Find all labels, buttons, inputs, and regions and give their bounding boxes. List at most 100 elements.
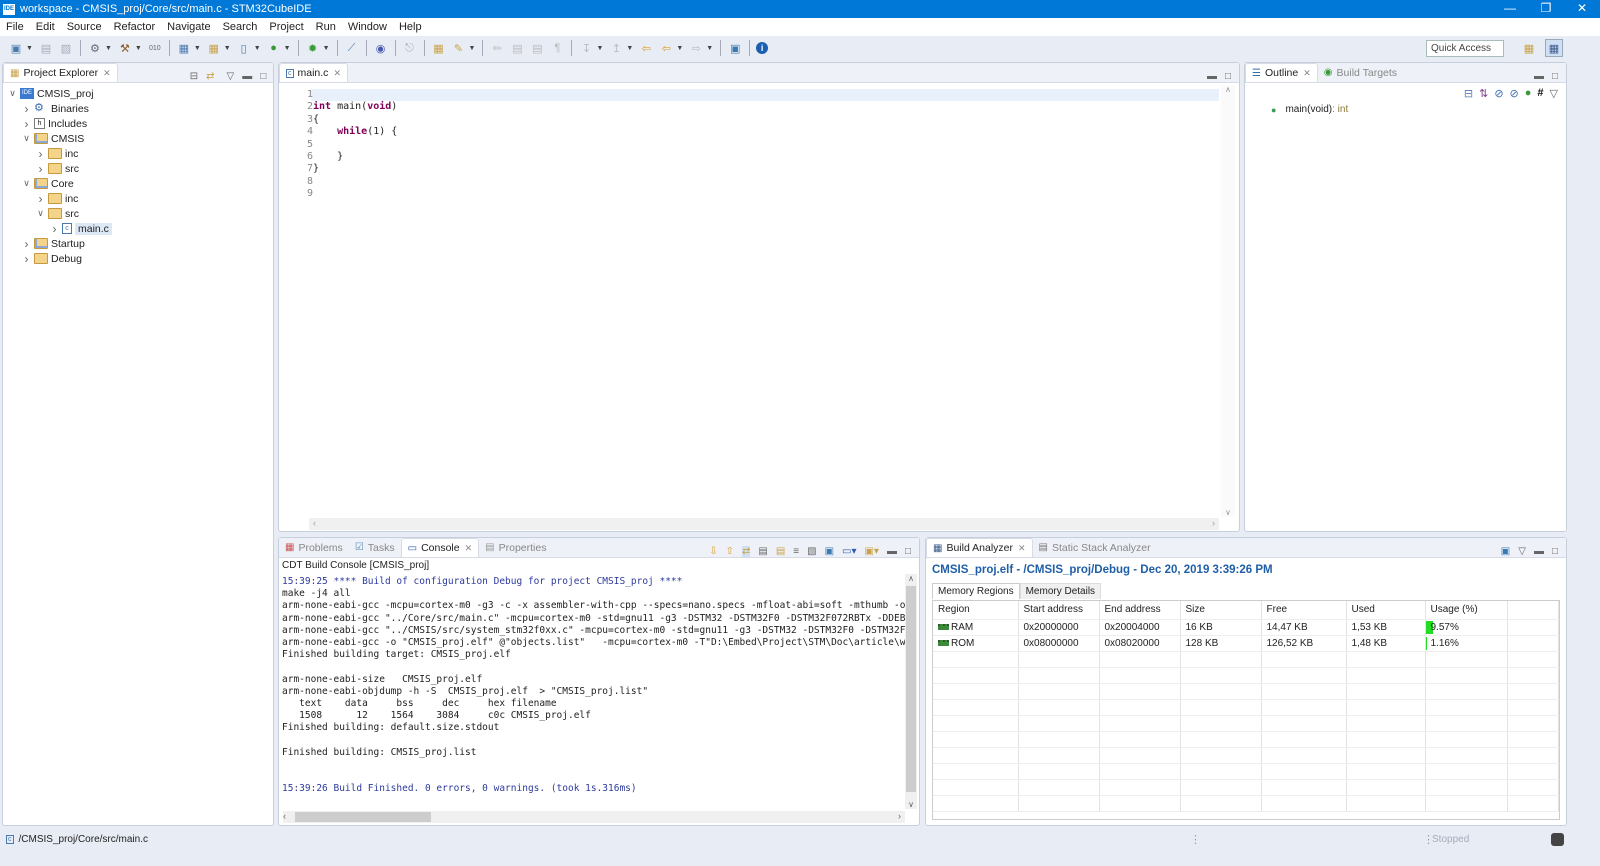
hide-macros-icon[interactable]: # xyxy=(1537,87,1543,100)
minimize-view-icon[interactable]: ▬ xyxy=(1534,546,1544,557)
close-icon[interactable]: ✕ xyxy=(1303,68,1311,79)
table-row[interactable]: ROM 0x08000000 0x08020000 128 KB 126,52 KB 1,… xyxy=(933,635,1559,652)
new-c-file-dropdown-icon[interactable]: ▼ xyxy=(254,45,261,52)
next-annotation-dropdown-icon[interactable]: ▼ xyxy=(596,45,603,52)
new-class-dropdown-icon[interactable]: ▼ xyxy=(284,45,291,52)
annotate-dropdown-icon[interactable]: ▼ xyxy=(469,45,476,52)
close-icon[interactable]: ✕ xyxy=(1018,543,1026,554)
tree-item-inc[interactable]: › inc xyxy=(3,146,273,161)
device-config-icon[interactable]: ◉ xyxy=(373,40,389,56)
open-perspective-icon[interactable]: ▦ xyxy=(1521,40,1537,56)
minimize-view-icon[interactable]: ▬ xyxy=(1207,71,1217,82)
column-header[interactable]: Free xyxy=(1261,601,1347,620)
maximize-view-icon[interactable]: □ xyxy=(1225,71,1231,82)
tree-item-includes[interactable]: › h Includes xyxy=(3,116,273,131)
vertical-scrollbar[interactable]: ∧ ∨ xyxy=(1221,85,1235,517)
new-folder-icon[interactable]: ▦ xyxy=(206,40,222,56)
pin-console-icon[interactable]: ▣ xyxy=(825,546,834,557)
link-editor-icon[interactable]: ⇄ xyxy=(206,71,214,82)
minimize-view-icon[interactable]: ▬ xyxy=(1534,71,1544,82)
new-c-project-icon[interactable]: ▦ xyxy=(176,40,192,56)
progress-icon[interactable] xyxy=(1551,832,1564,846)
show-whitespace-icon[interactable]: ¶ xyxy=(549,40,565,56)
build-hammer-icon[interactable]: ⚒ xyxy=(117,40,133,56)
maximize-view-icon[interactable]: □ xyxy=(260,71,266,82)
new-class-icon[interactable]: ● xyxy=(266,40,282,56)
tree-item-src[interactable]: ∨ src xyxy=(3,206,273,221)
chevron-down-icon[interactable]: ∨ xyxy=(35,208,46,219)
save-icon[interactable]: ▤ xyxy=(38,40,54,56)
scroll-down-icon[interactable]: ⇩ xyxy=(709,546,717,557)
tree-item-main-c[interactable]: › c main.c xyxy=(3,221,273,236)
tab-outline[interactable]: ☰ Outline ✕ xyxy=(1245,63,1318,82)
chevron-right-icon[interactable]: › xyxy=(49,222,60,236)
menu-source[interactable]: Source xyxy=(61,21,108,33)
edit-pen-icon[interactable]: ✏ xyxy=(489,40,505,56)
new-c-file-icon[interactable]: ▯ xyxy=(236,40,252,56)
tree-item-inc[interactable]: › inc xyxy=(3,191,273,206)
column-header[interactable]: End address xyxy=(1099,601,1181,620)
menu-refactor[interactable]: Refactor xyxy=(108,21,162,33)
chevron-right-icon[interactable]: › xyxy=(35,192,46,206)
external-tool-icon[interactable]: ⎋ xyxy=(402,40,418,56)
word-wrap-icon[interactable]: ≡ xyxy=(793,546,799,557)
skip-breakpoints-icon[interactable]: ⟋ xyxy=(344,40,360,56)
view-menu-icon[interactable]: ▽ xyxy=(226,71,234,82)
new-icon[interactable]: ▣ xyxy=(8,40,24,56)
forward-icon[interactable]: ⇨ xyxy=(688,40,704,56)
close-icon[interactable]: ✕ xyxy=(103,68,111,79)
new-c-project-dropdown-icon[interactable]: ▼ xyxy=(194,45,201,52)
debug-dropdown-icon[interactable]: ▼ xyxy=(323,45,330,52)
collapse-all-icon[interactable]: ⊟ xyxy=(1464,87,1473,100)
table-row[interactable]: RAM 0x20000000 0x20004000 16 KB 14,47 KB 1,53… xyxy=(933,619,1559,636)
build-config-dropdown-icon[interactable]: ▼ xyxy=(105,45,112,52)
quick-access-input[interactable]: Quick Access xyxy=(1426,40,1504,57)
close-icon[interactable]: ✕ xyxy=(465,543,473,554)
menu-edit[interactable]: Edit xyxy=(30,21,61,33)
tab-memory-regions[interactable]: Memory Regions xyxy=(932,583,1020,599)
code-editor[interactable]: 123456789 int main(void){ while(1) { }} xyxy=(283,85,1219,515)
console-output[interactable]: 15:39:25 **** Build of configuration Deb… xyxy=(282,576,905,811)
pin-editor-icon[interactable]: ▣ xyxy=(727,40,743,56)
tab-properties[interactable]: ▤ Properties xyxy=(479,538,552,557)
chevron-right-icon[interactable]: › xyxy=(21,117,32,131)
scroll-lock-icon[interactable]: ⇄ xyxy=(741,546,751,557)
chevron-right-icon[interactable]: › xyxy=(21,102,32,116)
tree-item-src[interactable]: › src xyxy=(3,161,273,176)
tab-build-targets[interactable]: ◉ Build Targets xyxy=(1318,63,1403,82)
menu-project[interactable]: Project xyxy=(263,21,309,33)
open-console-icon[interactable]: ▣▾ xyxy=(864,546,878,557)
chevron-down-icon[interactable]: ∨ xyxy=(21,178,32,189)
hide-non-public-icon[interactable]: ● xyxy=(1525,87,1532,100)
column-header[interactable]: Start address xyxy=(1018,601,1100,620)
chevron-right-icon[interactable]: › xyxy=(35,147,46,161)
tree-item-debug[interactable]: › Debug xyxy=(3,251,273,266)
console-horizontal-scrollbar[interactable]: ‹ › xyxy=(283,811,905,823)
last-edit-icon[interactable]: ⇦ xyxy=(638,40,654,56)
scroll-up-icon[interactable]: ⇧ xyxy=(726,546,734,557)
menu-search[interactable]: Search xyxy=(217,21,264,33)
back-dropdown-icon[interactable]: ▼ xyxy=(676,45,683,52)
hide-fields-icon[interactable]: ⊘ xyxy=(1494,87,1503,100)
column-header[interactable]: Used xyxy=(1346,601,1426,620)
back-icon[interactable]: ⇦ xyxy=(658,40,674,56)
lock-console-icon[interactable]: ▤ xyxy=(776,546,785,557)
chevron-down-icon[interactable]: ∨ xyxy=(21,133,32,144)
tree-item-binaries[interactable]: › ⚙ Binaries xyxy=(3,101,273,116)
hide-static-icon[interactable]: ⊘ xyxy=(1510,87,1519,100)
console-vertical-scrollbar[interactable]: ∧ ∨ xyxy=(905,574,917,809)
tab-project-explorer[interactable]: ▦ Project Explorer ✕ xyxy=(3,63,118,82)
tree-item-core[interactable]: ∨ Core xyxy=(3,176,273,191)
build-config-icon[interactable]: ⚙ xyxy=(87,40,103,56)
maximize-view-icon[interactable]: □ xyxy=(1552,546,1558,557)
prev-annotation-dropdown-icon[interactable]: ▼ xyxy=(626,45,633,52)
close-button[interactable]: ✕ xyxy=(1564,0,1600,18)
remove-launch-icon[interactable]: ▧ xyxy=(807,546,816,557)
minimize-view-icon[interactable]: ▬ xyxy=(887,546,897,557)
column-header[interactable]: Region xyxy=(933,601,1019,620)
tab-memory-details[interactable]: Memory Details xyxy=(1019,583,1102,599)
column-header[interactable]: Usage (%) xyxy=(1425,601,1508,620)
minimize-view-icon[interactable]: ▬ xyxy=(242,71,252,82)
horizontal-scrollbar[interactable]: ‹ › xyxy=(309,518,1219,530)
menu-run[interactable]: Run xyxy=(310,21,342,33)
